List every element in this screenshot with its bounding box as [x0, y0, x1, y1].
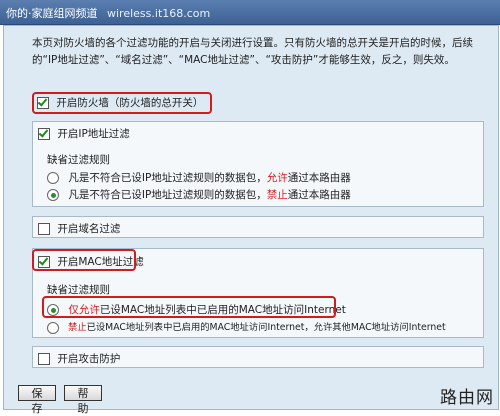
- domain-filter-toggle-row[interactable]: 开启域名过滤: [38, 221, 120, 236]
- ip-filter-checkbox[interactable]: [38, 128, 50, 140]
- mac-filter-option-deny[interactable]: 禁止已设MAC地址列表中已启用的MAC地址访问Internet，允许其他MAC地…: [47, 319, 446, 334]
- ip-deny-radio[interactable]: [47, 189, 59, 201]
- domain-filter-label: 开启域名过滤: [57, 223, 121, 235]
- attack-protection-label: 开启攻击防护: [57, 353, 121, 365]
- ip-filter-section: 开启IP地址过滤 缺省过滤规则 凡是不符合已设IP地址过滤规则的数据包，允许通过…: [32, 121, 484, 207]
- page-description: 本页对防火墙的各个过滤功能的开启与关闭进行设置。只有防火墙的总开关是开启的时候，…: [32, 37, 473, 66]
- attack-protection-checkbox[interactable]: [38, 353, 50, 365]
- window-title-bar: 你的·家庭组网频道 wireless.it168.com: [0, 0, 500, 25]
- attack-protection-section: 开启攻击防护: [32, 346, 484, 368]
- ip-filter-option-deny[interactable]: 凡是不符合已设IP地址过滤规则的数据包，禁止通过本路由器: [47, 187, 351, 202]
- site-url: wireless.it168.com: [107, 7, 211, 20]
- ip-filter-option-allow[interactable]: 凡是不符合已设IP地址过滤规则的数据包，允许通过本路由器: [47, 170, 351, 185]
- firewall-switch-row[interactable]: 开启防火墙（防火墙的总开关）: [37, 95, 203, 110]
- firewall-switch-label: 开启防火墙（防火墙的总开关）: [56, 97, 204, 109]
- firewall-checkbox[interactable]: [37, 97, 49, 109]
- domain-filter-checkbox[interactable]: [38, 223, 50, 235]
- ip-filter-label: 开启IP地址过滤: [57, 128, 130, 140]
- domain-filter-section: 开启域名过滤: [32, 216, 484, 238]
- window-title: 你的·家庭组网频道 wireless.it168.com: [6, 5, 210, 21]
- channel-title: 你的·家庭组网频道: [6, 7, 98, 20]
- attack-protection-toggle-row[interactable]: 开启攻击防护: [38, 351, 120, 366]
- help-button[interactable]: 帮 助: [64, 385, 102, 415]
- ip-allow-radio[interactable]: [47, 172, 59, 184]
- ip-filter-toggle-row[interactable]: 开启IP地址过滤: [38, 126, 130, 141]
- option-keyword: 禁止: [266, 189, 288, 201]
- option-text: 已设MAC地址列表中已启用的MAC地址访问Internet，允许其他MAC地址访…: [86, 322, 446, 333]
- save-button[interactable]: 保 存: [18, 385, 56, 415]
- mac-option-highlight: [42, 296, 336, 318]
- option-text: 通过本路由器: [287, 189, 351, 201]
- firewall-settings-panel: 本页对防火墙的各个过滤功能的开启与关闭进行设置。只有防火墙的总开关是开启的时候，…: [3, 25, 499, 415]
- mac-toggle-highlight: [32, 249, 136, 271]
- option-text: 通过本路由器: [287, 172, 351, 184]
- option-keyword: 禁止: [67, 322, 87, 333]
- option-keyword: 允许: [266, 172, 288, 184]
- option-text: 凡是不符合已设IP地址过滤规则的数据包，: [68, 172, 267, 184]
- ip-filter-rule-title: 缺省过滤规则: [47, 154, 110, 166]
- mac-filter-rule-title: 缺省过滤规则: [47, 284, 110, 296]
- option-text: 凡是不符合已设IP地址过滤规则的数据包，: [68, 189, 267, 201]
- mac-deny-radio[interactable]: [47, 321, 59, 334]
- watermark-logo: 路由网: [440, 388, 494, 408]
